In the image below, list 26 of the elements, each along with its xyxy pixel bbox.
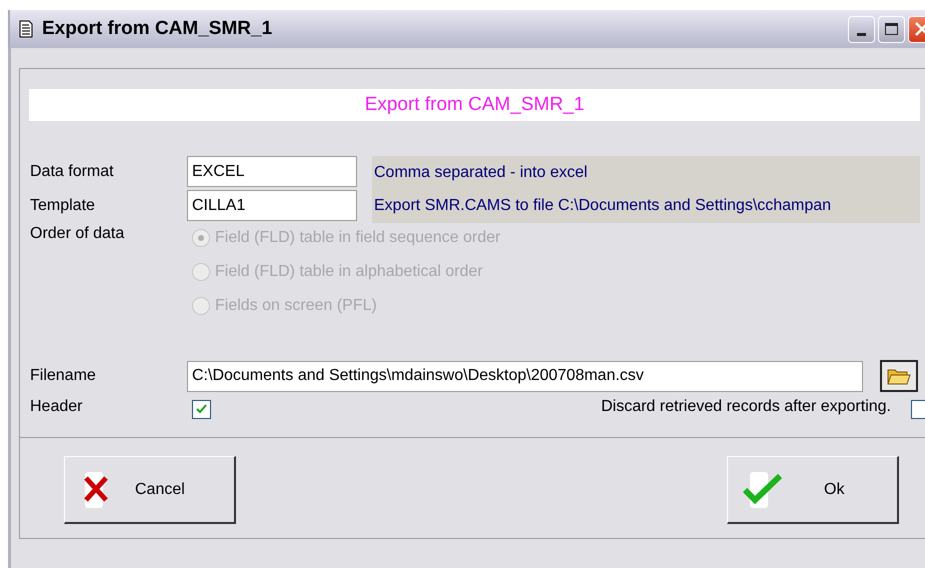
cancel-button[interactable]: Cancel <box>64 456 236 524</box>
field-label: Data format <box>30 162 115 180</box>
minimize-button[interactable] <box>848 16 875 42</box>
radio-label: Field (FLD) table in field sequence order <box>215 229 500 247</box>
checkbox[interactable] <box>192 400 211 419</box>
ok-button[interactable]: Ok <box>727 456 899 524</box>
checkmark-icon <box>742 470 784 510</box>
field-label: Filename <box>30 367 97 385</box>
description-text: Comma separated - into excel <box>374 164 588 182</box>
browse-button[interactable] <box>880 360 918 392</box>
checkbox-label: Discard retrieved records after exporting. <box>601 398 891 416</box>
input-field[interactable]: CILLA1 <box>187 190 357 221</box>
document-icon <box>18 20 34 38</box>
window-title: Export from CAM_SMR_1 <box>42 18 272 40</box>
description-text: Export SMR.CAMS to file C:\Documents and Settings\cchampan <box>374 197 832 216</box>
field-label: Header <box>30 398 84 416</box>
radio-label: Fields on screen (PFL) <box>215 297 377 315</box>
dialog-heading: Export from CAM_SMR_1 <box>29 89 920 121</box>
field-label: Order of data <box>30 225 126 244</box>
checkbox[interactable] <box>911 400 925 419</box>
field-label: Template <box>30 196 96 214</box>
maximize-button[interactable] <box>878 16 905 42</box>
input-field[interactable]: EXCEL <box>187 156 357 187</box>
checkmark-icon <box>195 403 208 416</box>
radio-label: Field (FLD) table in alphabetical order <box>215 263 483 281</box>
input-field[interactable]: C:\Documents and Settings\mdainswo\Desktop\200708man.csv <box>187 360 863 392</box>
